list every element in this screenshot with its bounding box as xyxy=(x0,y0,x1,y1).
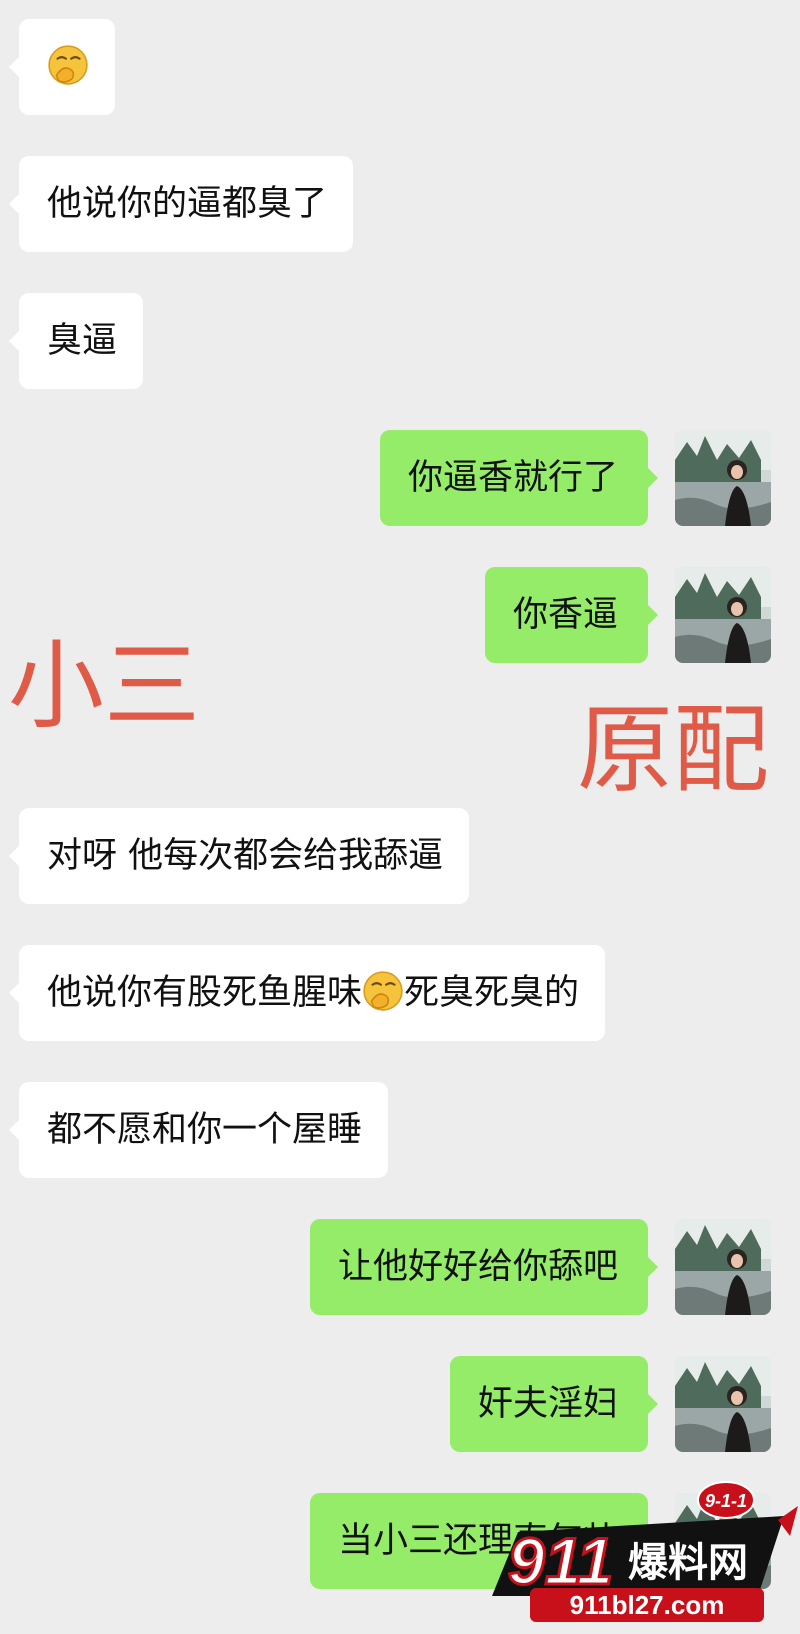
bubble-tail xyxy=(648,1394,658,1414)
watermark-logo: 9-1-1 911 爆料网 911bl27.com xyxy=(478,1476,800,1630)
thinking-face-emoji-icon xyxy=(362,970,404,1012)
message-bubble-incoming[interactable]: 他说你的逼都臭了 xyxy=(9,156,354,252)
brand-badge-text: 9-1-1 xyxy=(705,1491,747,1511)
avatar[interactable] xyxy=(675,1356,771,1452)
bubble-tail xyxy=(9,57,19,77)
annotation-label-mistress: 小三 xyxy=(8,630,200,742)
message-text: 都不愿和你一个屋睡 xyxy=(47,1110,363,1150)
avatar-photo-icon xyxy=(675,1219,771,1315)
brand-url-text: 911bl27.com xyxy=(570,1590,725,1620)
message-text: 你香逼 xyxy=(512,595,618,635)
message-bubble-incoming[interactable]: 对呀 他每次都会给我舔逼 xyxy=(9,808,470,904)
avatar[interactable] xyxy=(675,1219,771,1315)
message-text: 对呀 他每次都会给我舔逼 xyxy=(47,836,444,876)
message-text: 死臭死臭的 xyxy=(404,973,580,1013)
bubble-tail xyxy=(648,468,658,488)
message-bubble-outgoing[interactable]: 你香逼 xyxy=(484,567,658,663)
message-bubble-outgoing[interactable]: 奸夫淫妇 xyxy=(449,1356,658,1452)
message-bubble-incoming[interactable]: 都不愿和你一个屋睡 xyxy=(9,1082,389,1178)
message-text: 让他好好给你舔吧 xyxy=(337,1247,618,1287)
message-text: 臭逼 xyxy=(47,321,118,361)
avatar[interactable] xyxy=(675,567,771,663)
message-text: 他说你有股死鱼腥味 xyxy=(47,973,363,1013)
avatar[interactable] xyxy=(675,430,771,526)
message-bubble-outgoing[interactable]: 让他好好给你舔吧 xyxy=(309,1219,658,1315)
bubble-tail xyxy=(9,1120,19,1140)
bubble-tail xyxy=(9,983,19,1003)
bubble-tail xyxy=(9,846,19,866)
message-text: 你逼香就行了 xyxy=(407,458,618,498)
thinking-face-emoji-icon xyxy=(47,44,89,86)
bubble-tail xyxy=(9,194,19,214)
bubble-tail xyxy=(9,331,19,351)
message-bubble-incoming[interactable]: 他说你有股死鱼腥味 死臭死臭的 xyxy=(9,945,606,1041)
brand-name-text: 爆料网 xyxy=(628,1540,748,1586)
bubble-tail xyxy=(648,1257,658,1277)
message-bubble-incoming[interactable] xyxy=(9,19,115,115)
message-bubble-outgoing[interactable]: 你逼香就行了 xyxy=(379,430,658,526)
message-text: 他说你的逼都臭了 xyxy=(47,184,328,224)
message-text: 奸夫淫妇 xyxy=(477,1384,618,1424)
avatar-photo-icon xyxy=(675,567,771,663)
message-bubble-incoming[interactable]: 臭逼 xyxy=(9,293,144,389)
avatar-photo-icon xyxy=(675,430,771,526)
brand-number-text: 911 xyxy=(508,1524,613,1598)
avatar-photo-icon xyxy=(675,1356,771,1452)
bubble-tail xyxy=(648,605,658,625)
annotation-label-wife: 原配 xyxy=(577,694,769,806)
brand-logo-icon: 9-1-1 911 爆料网 911bl27.com xyxy=(492,1481,798,1622)
